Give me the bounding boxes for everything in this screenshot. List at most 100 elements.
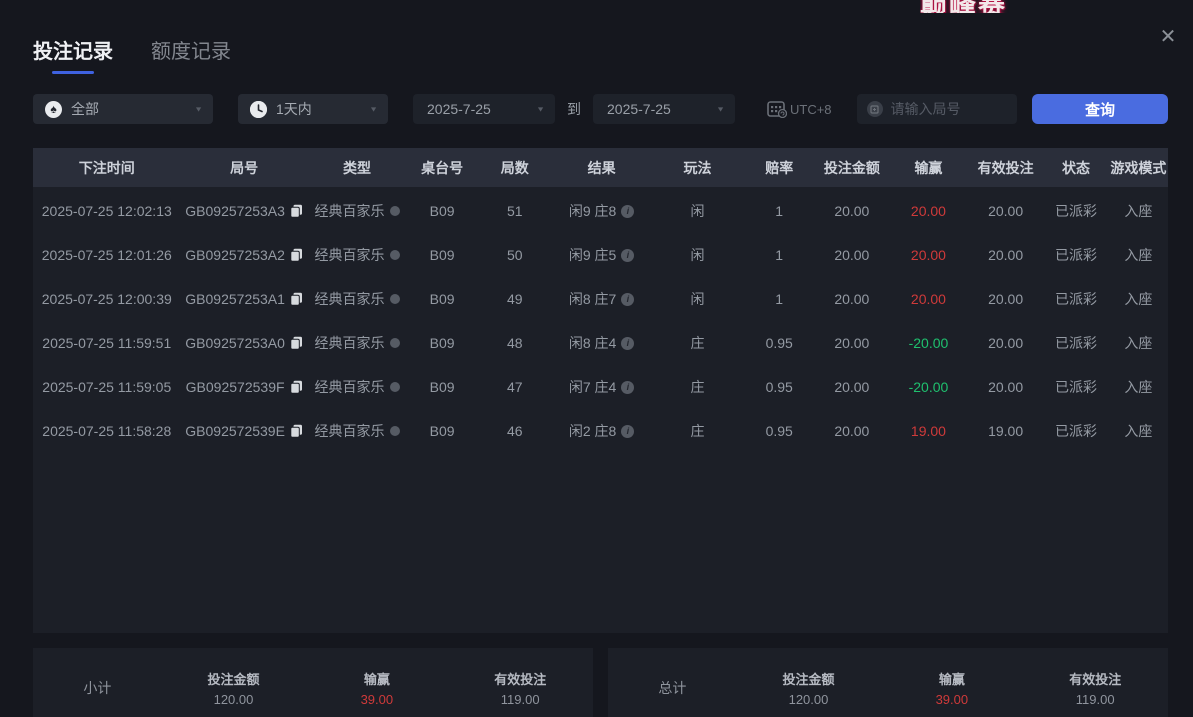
valid-bet-cell: 20.00 <box>968 291 1043 307</box>
table-row: 2025-07-25 12:02:13GB09257253A3经典百家乐B095… <box>33 189 1168 233</box>
game-dot-icon <box>390 294 400 304</box>
table-row: 2025-07-25 11:58:28GB092572539E经典百家乐B094… <box>33 409 1168 453</box>
calendar-icon <box>767 100 787 118</box>
round-id-cell: GB09257253A2 <box>181 247 308 263</box>
bet-time-cell: 2025-07-25 12:00:39 <box>33 291 181 307</box>
table-row: 2025-07-25 12:01:26GB09257253A2经典百家乐B095… <box>33 233 1168 277</box>
stat-label: 输赢 <box>880 669 1023 688</box>
game-type-cell: 经典百家乐 <box>308 289 407 309</box>
info-icon[interactable]: i <box>621 205 634 218</box>
table-no-cell: B09 <box>406 203 478 219</box>
bet-time-cell: 2025-07-25 11:59:51 <box>33 335 181 351</box>
game-type-cell: 经典百家乐 <box>308 377 407 397</box>
game-dot-icon <box>390 250 400 260</box>
round-id-cell: GB092572539F <box>181 379 308 395</box>
result-value: 闲9 庄8 <box>569 201 616 221</box>
bet-amount-cell: 20.00 <box>815 247 889 263</box>
result-value: 闲2 庄8 <box>569 421 616 441</box>
copy-icon[interactable] <box>290 336 303 350</box>
game-mode-cell: 入座 <box>1109 201 1168 221</box>
info-icon[interactable]: i <box>621 381 634 394</box>
stat-label: 投注金额 <box>737 669 880 688</box>
play-cell: 闲 <box>652 289 744 309</box>
column-header: 局号 <box>181 158 308 178</box>
copy-icon[interactable] <box>290 380 303 394</box>
timezone-label: UTC+8 <box>790 102 832 117</box>
table-no-cell: B09 <box>406 247 478 263</box>
stat-label: 输赢 <box>305 669 448 688</box>
tab-quota-records-label: 额度记录 <box>151 41 231 63</box>
game-type-value: 经典百家乐 <box>315 333 385 353</box>
tab-quota-records[interactable]: 额度记录 <box>151 35 231 74</box>
tab-betting-records[interactable]: 投注记录 <box>33 35 113 74</box>
table-row: 2025-07-25 11:59:05GB092572539F经典百家乐B094… <box>33 365 1168 409</box>
winloss-cell: 20.00 <box>889 291 968 307</box>
play-cell: 闲 <box>652 201 744 221</box>
stat-value: 120.00 <box>162 692 305 707</box>
odds-cell: 0.95 <box>743 379 815 395</box>
round-id-cell: GB09257253A0 <box>181 335 308 351</box>
total-panel: 总计投注金额120.00输赢39.00有效投注119.00 <box>608 648 1168 717</box>
game-type-value: 全部 <box>71 99 99 119</box>
winloss-cell: 20.00 <box>889 247 968 263</box>
round-id-cell: GB092572539E <box>181 423 308 439</box>
total-stat: 输赢39.00 <box>880 669 1023 707</box>
query-button[interactable]: 查询 <box>1032 94 1168 124</box>
table-row: 2025-07-25 11:59:51GB09257253A0经典百家乐B094… <box>33 321 1168 365</box>
stat-label: 有效投注 <box>449 669 592 688</box>
copy-icon[interactable] <box>290 204 303 218</box>
game-mode-cell: 入座 <box>1109 421 1168 441</box>
winloss-cell: 20.00 <box>889 203 968 219</box>
play-cell: 庄 <box>652 377 744 397</box>
time-range-select[interactable]: 1天内 ▼ <box>238 94 388 124</box>
summary-bars: 小计投注金额120.00输赢39.00有效投注119.00 总计投注金额120.… <box>33 648 1168 717</box>
copy-icon[interactable] <box>290 292 303 306</box>
column-header: 类型 <box>308 158 407 178</box>
table-no-cell: B09 <box>406 379 478 395</box>
date-to-select[interactable]: 2025-7-25 ▼ <box>593 94 735 124</box>
winloss-cell: -20.00 <box>889 379 968 395</box>
round-id-input[interactable]: 请输入局号 <box>857 94 1017 124</box>
game-type-cell: 经典百家乐 <box>308 201 407 221</box>
valid-bet-cell: 20.00 <box>968 379 1043 395</box>
chevron-down-icon: ▼ <box>369 105 378 113</box>
result-cell: 闲9 庄5i <box>552 245 652 265</box>
valid-bet-cell: 20.00 <box>968 203 1043 219</box>
info-icon[interactable]: i <box>621 293 634 306</box>
column-header: 桌台号 <box>406 158 478 178</box>
column-header: 游戏模式 <box>1109 158 1168 178</box>
result-cell: 闲9 庄8 i <box>552 201 652 221</box>
info-icon[interactable]: i <box>621 337 634 350</box>
game-type-cell: 经典百家乐 <box>308 421 407 441</box>
play-cell: 闲 <box>652 245 744 265</box>
column-header: 状态 <box>1043 158 1109 178</box>
result-cell: 闲7 庄4 i <box>552 377 652 397</box>
round-id-placeholder: 请输入局号 <box>891 99 961 119</box>
status-cell: 已派彩 <box>1043 201 1109 221</box>
total-stat: 投注金额120.00 <box>737 669 880 707</box>
subtotal-stat: 有效投注119.00 <box>449 669 592 707</box>
active-tab-underline <box>52 71 94 74</box>
total-stat: 有效投注119.00 <box>1024 669 1167 707</box>
date-from-select[interactable]: 2025-7-25 ▼ <box>413 94 555 124</box>
status-cell: 已派彩 <box>1043 333 1109 353</box>
game-type-select[interactable]: ♠ 全部 ▼ <box>33 94 213 124</box>
round-id-value: GB09257253A2 <box>185 247 285 263</box>
close-icon[interactable]: ✕ <box>1157 26 1179 48</box>
copy-icon[interactable] <box>290 248 303 262</box>
bets-table: 下注时间局号类型桌台号局数结果玩法赔率投注金额输赢有效投注状态游戏模式 2025… <box>33 148 1168 633</box>
game-mode-cell: 入座 <box>1109 377 1168 397</box>
column-header: 局数 <box>478 158 552 178</box>
round-id-value: GB092572539E <box>185 423 285 439</box>
info-icon[interactable]: i <box>621 249 634 262</box>
chevron-down-icon: ▼ <box>716 105 725 113</box>
table-row: 2025-07-25 12:00:39GB09257253A1经典百家乐B094… <box>33 277 1168 321</box>
date-range-to-label: 到 <box>567 99 581 119</box>
result-value: 闲7 庄4 <box>569 377 616 397</box>
info-icon[interactable]: i <box>621 425 634 438</box>
game-dot-icon <box>390 206 400 216</box>
date-from-value: 2025-7-25 <box>427 101 491 117</box>
copy-icon[interactable] <box>290 424 303 438</box>
status-cell: 已派彩 <box>1043 289 1109 309</box>
timezone-indicator: UTC+8 <box>767 100 832 118</box>
